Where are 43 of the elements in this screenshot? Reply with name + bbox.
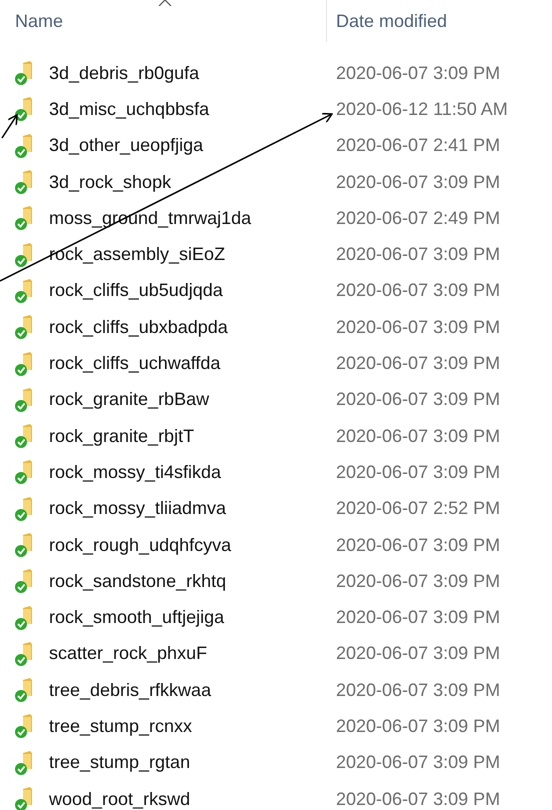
- file-name[interactable]: rock_assembly_siEoZ: [49, 241, 226, 268]
- date-modified: 2020-06-07 2:41 PM: [336, 134, 500, 158]
- file-name[interactable]: rock_mossy_ti4sfikda: [49, 458, 222, 486]
- file-name[interactable]: scatter_rock_phxuF: [49, 640, 208, 668]
- file-name[interactable]: tree_stump_rcnxx: [49, 712, 192, 740]
- file-name[interactable]: rock_granite_rbjtT: [49, 422, 194, 450]
- date-modified: 2020-06-07 2:52 PM: [336, 497, 500, 520]
- file-name[interactable]: tree_stump_rgtan: [49, 749, 190, 776]
- date-modified: 2020-06-07 3:09 PM: [336, 714, 500, 738]
- file-name[interactable]: 3d_rock_shopk: [49, 168, 172, 196]
- file-name[interactable]: 3d_misc_uchqbbsfa: [49, 96, 210, 123]
- column-header[interactable]: Name: [15, 11, 64, 31]
- file-name[interactable]: tree_debris_rfkkwaa: [49, 676, 212, 704]
- date-modified: 2020-06-07 3:09 PM: [336, 642, 500, 666]
- date-modified: 2020-06-07 3:09 PM: [336, 678, 500, 702]
- date-modified: 2020-06-07 2:49 PM: [336, 206, 500, 230]
- column-header[interactable]: Date modified: [336, 11, 448, 31]
- date-modified: 2020-06-07 3:09 PM: [336, 316, 500, 339]
- file-name[interactable]: 3d_debris_rb0gufa: [49, 60, 200, 87]
- file-name[interactable]: rock_granite_rbBaw: [49, 386, 210, 414]
- date-modified: 2020-06-07 3:09 PM: [336, 751, 500, 774]
- file-name[interactable]: wood_root_rkswd: [49, 786, 190, 810]
- date-modified: 2020-06-07 3:09 PM: [336, 388, 500, 412]
- file-name[interactable]: rock_smooth_uftjejiga: [49, 604, 224, 632]
- file-name[interactable]: 3d_other_ueopfjiga: [49, 132, 204, 160]
- file-name[interactable]: rock_cliffs_ub5udjqda: [49, 277, 223, 304]
- date-modified: 2020-06-07 3:09 PM: [336, 788, 500, 810]
- file-name[interactable]: rock_rough_udqhfcyva: [49, 532, 232, 558]
- date-modified: 2020-06-07 3:09 PM: [336, 534, 500, 556]
- date-modified: 2020-06-12 11:50 AM: [336, 98, 508, 121]
- date-modified: 2020-06-07 3:09 PM: [336, 460, 500, 484]
- date-modified: 2020-06-07 3:09 PM: [336, 606, 500, 630]
- date-modified: 2020-06-07 3:09 PM: [336, 62, 500, 85]
- file-name[interactable]: rock_sandstone_rkhtq: [49, 568, 226, 595]
- date-modified: 2020-06-07 3:09 PM: [336, 243, 500, 266]
- date-modified: 2020-06-07 3:09 PM: [336, 170, 500, 194]
- file-name[interactable]: rock_cliffs_uchwaffda: [49, 350, 220, 378]
- file-name[interactable]: rock_mossy_tliiadmva: [49, 495, 226, 522]
- date-modified: 2020-06-07 3:09 PM: [336, 352, 500, 376]
- date-modified: 2020-06-07 3:09 PM: [336, 279, 500, 302]
- date-modified: 2020-06-07 3:09 PM: [336, 424, 500, 448]
- file-name[interactable]: rock_cliffs_ubxbadpda: [49, 314, 228, 341]
- date-modified: 2020-06-07 3:09 PM: [336, 570, 500, 593]
